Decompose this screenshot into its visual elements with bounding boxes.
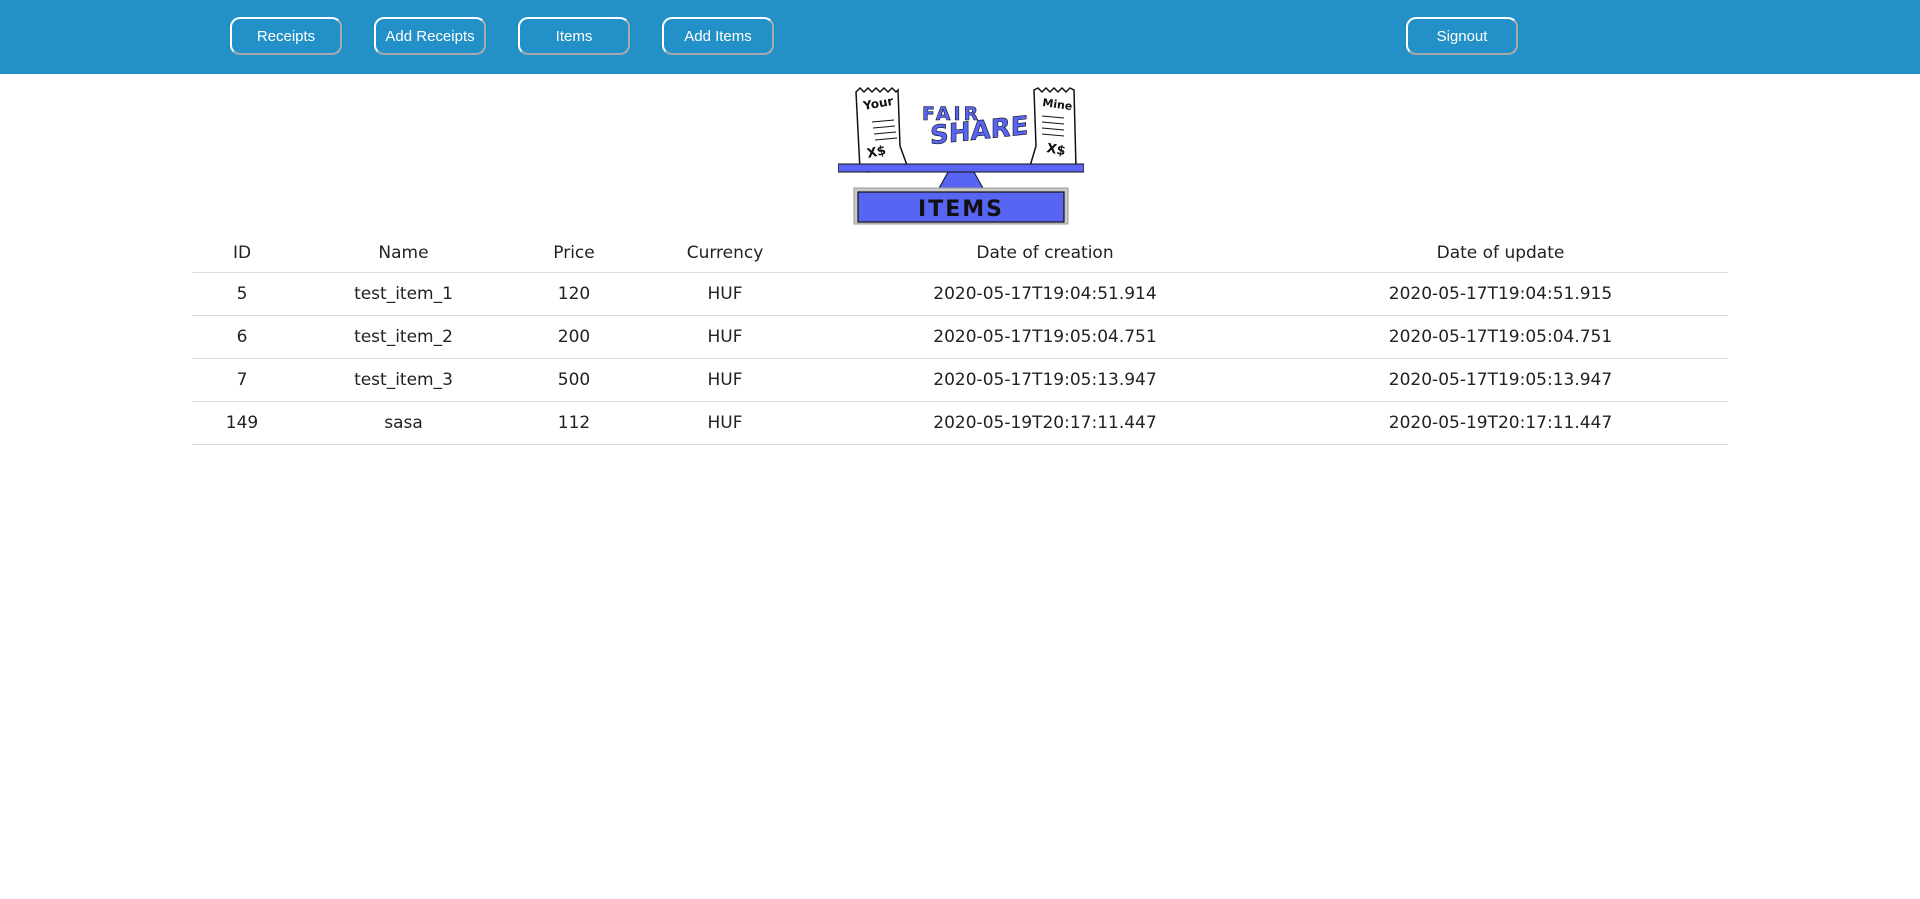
- cell-currency: HUF: [633, 358, 817, 402]
- cell-date-of-update: 2020-05-17T19:04:51.915: [1273, 272, 1728, 316]
- cell-name: sasa: [292, 401, 515, 445]
- cell-id: 5: [192, 272, 292, 316]
- cell-price: 200: [515, 315, 633, 359]
- logo-caption-text: ITEMS: [918, 197, 1004, 222]
- table-row: 149 sasa 112 HUF 2020-05-19T20:17:11.447…: [192, 401, 1728, 445]
- cell-name: test_item_3: [292, 358, 515, 402]
- items-table: ID Name Price Currency Date of creation …: [192, 234, 1728, 445]
- cell-date-of-creation: 2020-05-17T19:04:51.914: [817, 272, 1273, 316]
- cell-price: 500: [515, 358, 633, 402]
- add-receipts-button[interactable]: Add Receipts: [374, 17, 486, 55]
- table-row: 7 test_item_3 500 HUF 2020-05-17T19:05:1…: [192, 358, 1728, 402]
- cell-name: test_item_2: [292, 315, 515, 359]
- table-row: 5 test_item_1 120 HUF 2020-05-17T19:04:5…: [192, 272, 1728, 316]
- cell-date-of-update: 2020-05-17T19:05:04.751: [1273, 315, 1728, 359]
- header-id: ID: [192, 234, 292, 273]
- cell-price: 120: [515, 272, 633, 316]
- fair-share-items-logo: Your X$ Mine X$ FAIR SHARE ITEMS: [838, 86, 1084, 225]
- cell-currency: HUF: [633, 401, 817, 445]
- receipts-button[interactable]: Receipts: [230, 17, 342, 55]
- cell-date-of-creation: 2020-05-19T20:17:11.447: [817, 401, 1273, 445]
- cell-id: 7: [192, 358, 292, 402]
- cell-date-of-creation: 2020-05-17T19:05:13.947: [817, 358, 1273, 402]
- top-nav-bar: Receipts Add Receipts Items Add Items Si…: [0, 0, 1920, 74]
- header-currency: Currency: [633, 234, 817, 273]
- cell-date-of-update: 2020-05-19T20:17:11.447: [1273, 401, 1728, 445]
- cell-currency: HUF: [633, 272, 817, 316]
- items-button[interactable]: Items: [518, 17, 630, 55]
- header-date-of-update: Date of update: [1273, 234, 1728, 273]
- cell-name: test_item_1: [292, 272, 515, 316]
- header-name: Name: [292, 234, 515, 273]
- header-date-of-creation: Date of creation: [817, 234, 1273, 273]
- cell-date-of-update: 2020-05-17T19:05:13.947: [1273, 358, 1728, 402]
- header-price: Price: [515, 234, 633, 273]
- add-items-button[interactable]: Add Items: [662, 17, 774, 55]
- table-header-row: ID Name Price Currency Date of creation …: [192, 234, 1728, 273]
- left-receipt-icon: Your X$: [855, 86, 910, 173]
- table-row: 6 test_item_2 200 HUF 2020-05-17T19:05:0…: [192, 315, 1728, 359]
- signout-button[interactable]: Signout: [1406, 17, 1518, 55]
- cell-date-of-creation: 2020-05-17T19:05:04.751: [817, 315, 1273, 359]
- scale-fulcrum: [937, 171, 985, 191]
- cell-id: 149: [192, 401, 292, 445]
- items-table-container: ID Name Price Currency Date of creation …: [192, 234, 1728, 445]
- scale-beam: [838, 163, 1084, 173]
- cell-currency: HUF: [633, 315, 817, 359]
- right-receipt-icon: Mine X$: [1029, 86, 1077, 171]
- cell-id: 6: [192, 315, 292, 359]
- cell-price: 112: [515, 401, 633, 445]
